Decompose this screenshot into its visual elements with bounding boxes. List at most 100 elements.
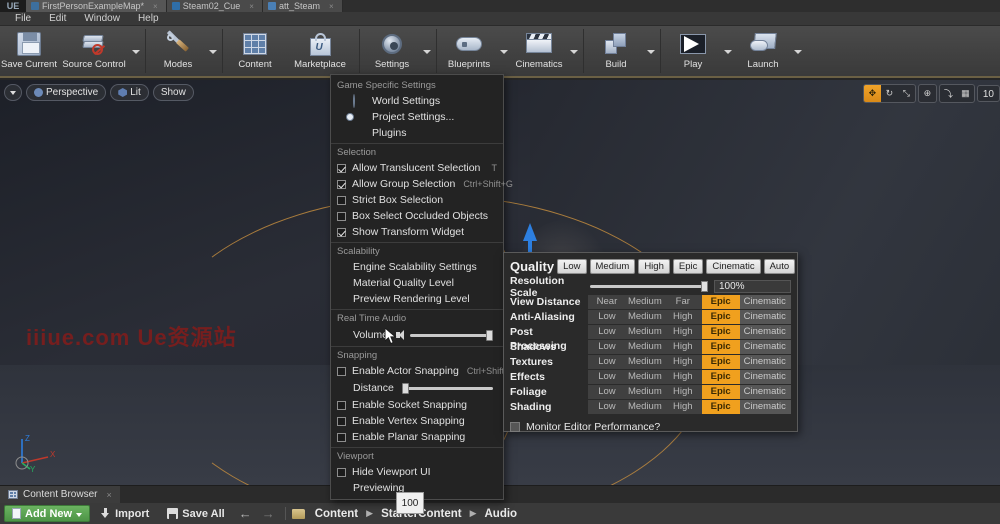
tab-att-steam[interactable]: att_Steam × xyxy=(263,0,343,12)
quality-option[interactable]: Epic xyxy=(702,340,740,354)
resolution-scale-knob[interactable] xyxy=(701,281,708,292)
checkbox-icon[interactable] xyxy=(510,422,520,432)
world-coordinates-icon[interactable]: ⊕ xyxy=(919,85,936,102)
quality-option[interactable]: Low xyxy=(588,325,626,339)
quality-option[interactable]: Cinematic xyxy=(740,295,791,309)
quality-option[interactable]: High xyxy=(664,385,702,399)
checkbox-icon[interactable] xyxy=(337,180,346,189)
checkbox-icon[interactable] xyxy=(337,433,346,442)
checkbox-icon[interactable] xyxy=(337,228,346,237)
checkbox-icon[interactable] xyxy=(337,417,346,426)
tab-content-browser[interactable]: Content Browser × xyxy=(0,486,120,503)
menu-item-plugins[interactable]: Plugins xyxy=(331,125,503,141)
viewport-show-button[interactable]: Show xyxy=(153,84,194,101)
menu-item-box-select-occluded-objects[interactable]: Box Select Occluded Objects xyxy=(331,208,503,224)
quality-option[interactable]: High xyxy=(664,340,702,354)
distance-slider-knob[interactable] xyxy=(402,383,409,394)
content-button[interactable]: Content xyxy=(226,26,284,78)
save-all-button[interactable]: Save All xyxy=(159,504,232,523)
quality-preset-cinematic[interactable]: Cinematic xyxy=(706,259,760,274)
menu-item-world-settings[interactable]: World Settings xyxy=(331,93,503,109)
surface-snap-icon[interactable]: ⤵ xyxy=(940,85,957,102)
checkbox-icon[interactable] xyxy=(337,401,346,410)
menu-item-enable-actor-snapping[interactable]: Enable Actor Snapping Ctrl+Shift+K xyxy=(331,363,503,379)
quality-option[interactable]: Cinematic xyxy=(740,340,791,354)
quality-option[interactable]: Cinematic xyxy=(740,355,791,369)
quality-option[interactable]: High xyxy=(664,400,702,414)
checkbox-icon[interactable] xyxy=(337,367,346,376)
quality-option[interactable]: Low xyxy=(588,400,626,414)
nav-back-button[interactable]: ← xyxy=(235,506,256,521)
menu-item-allow-group-selection[interactable]: Allow Group Selection Ctrl+Shift+G xyxy=(331,176,503,192)
gizmo-scale-icon[interactable]: ⤡ xyxy=(898,85,915,102)
quality-option[interactable]: High xyxy=(664,310,702,324)
quality-option[interactable]: Epic xyxy=(702,310,740,324)
save-current-button[interactable]: Save Current xyxy=(0,26,58,78)
distance-slider-track[interactable] xyxy=(402,387,493,390)
quality-option[interactable]: High xyxy=(664,370,702,384)
close-icon[interactable]: × xyxy=(249,2,254,11)
menu-item-allow-translucent-selection[interactable]: Allow Translucent Selection T xyxy=(331,160,503,176)
settings-dropdown-arrow[interactable] xyxy=(421,26,433,78)
menu-item-enable-vertex-snapping[interactable]: Enable Vertex Snapping xyxy=(331,413,503,429)
menu-item-show-transform-widget[interactable]: Show Transform Widget xyxy=(331,224,503,240)
build-dropdown-arrow[interactable] xyxy=(645,26,657,78)
quality-preset-high[interactable]: High xyxy=(638,259,670,274)
cinematics-button[interactable]: Cinematics xyxy=(510,26,568,78)
viewport-lit-button[interactable]: Lit xyxy=(110,84,149,101)
quality-option[interactable]: Cinematic xyxy=(740,385,791,399)
quality-option[interactable]: Low xyxy=(588,355,626,369)
quality-preset-low[interactable]: Low xyxy=(557,259,586,274)
modes-dropdown-arrow[interactable] xyxy=(207,26,219,78)
quality-option[interactable]: Medium xyxy=(626,400,664,414)
menu-item-preview-rendering-level[interactable]: Preview Rendering Level xyxy=(331,291,503,307)
volume-slider-track[interactable] xyxy=(410,334,493,337)
launch-dropdown-arrow[interactable] xyxy=(792,26,804,78)
quality-option[interactable]: Epic xyxy=(702,325,740,339)
menu-edit[interactable]: Edit xyxy=(40,12,75,26)
quality-option[interactable]: Medium xyxy=(626,310,664,324)
import-button[interactable]: Import xyxy=(92,504,157,523)
blueprints-button[interactable]: Blueprints xyxy=(440,26,498,78)
quality-option[interactable]: Far xyxy=(664,295,702,309)
quality-option[interactable]: Medium xyxy=(626,370,664,384)
settings-button[interactable]: Settings xyxy=(363,26,421,78)
resolution-scale-slider[interactable] xyxy=(590,285,708,288)
grid-snap-value[interactable]: 10 xyxy=(977,85,1000,102)
quality-option[interactable]: Medium xyxy=(626,385,664,399)
viewport-options-button[interactable] xyxy=(4,84,22,101)
menu-item-enable-socket-snapping[interactable]: Enable Socket Snapping xyxy=(331,397,503,413)
menu-help[interactable]: Help xyxy=(129,12,168,26)
source-control-dropdown-arrow[interactable] xyxy=(130,26,142,78)
cinematics-dropdown-arrow[interactable] xyxy=(568,26,580,78)
quality-option[interactable]: High xyxy=(664,355,702,369)
quality-option[interactable]: Near xyxy=(588,295,626,309)
quality-preset-auto[interactable]: Auto xyxy=(764,259,796,274)
quality-option[interactable]: Cinematic xyxy=(740,310,791,324)
monitor-editor-performance-row[interactable]: Monitor Editor Performance? xyxy=(510,420,791,434)
quality-option[interactable]: Low xyxy=(588,385,626,399)
play-button[interactable]: Play xyxy=(664,26,722,78)
quality-option[interactable]: Cinematic xyxy=(740,325,791,339)
quality-option[interactable]: Cinematic xyxy=(740,370,791,384)
quality-preset-medium[interactable]: Medium xyxy=(590,259,636,274)
quality-option[interactable]: Low xyxy=(588,340,626,354)
build-button[interactable]: Build xyxy=(587,26,645,78)
quality-option[interactable]: Medium xyxy=(626,340,664,354)
close-icon[interactable]: × xyxy=(153,2,158,11)
breadcrumb-content[interactable]: Content xyxy=(311,508,362,520)
menu-window[interactable]: Window xyxy=(75,12,129,26)
source-control-button[interactable]: Source Control xyxy=(58,26,130,78)
quality-option[interactable]: Low xyxy=(588,370,626,384)
breadcrumb-audio[interactable]: Audio xyxy=(481,508,522,520)
quality-option[interactable]: Epic xyxy=(702,385,740,399)
menu-item-snap-distance[interactable]: Distance xyxy=(331,379,503,397)
quality-option[interactable]: Medium xyxy=(626,355,664,369)
quality-option[interactable]: Cinematic xyxy=(740,400,791,414)
quality-option[interactable]: High xyxy=(664,325,702,339)
launch-button[interactable]: Launch xyxy=(734,26,792,78)
play-dropdown-arrow[interactable] xyxy=(722,26,734,78)
gizmo-translate-icon[interactable]: ✥ xyxy=(864,85,881,102)
close-icon[interactable]: × xyxy=(106,490,111,500)
close-icon[interactable]: × xyxy=(329,2,334,11)
